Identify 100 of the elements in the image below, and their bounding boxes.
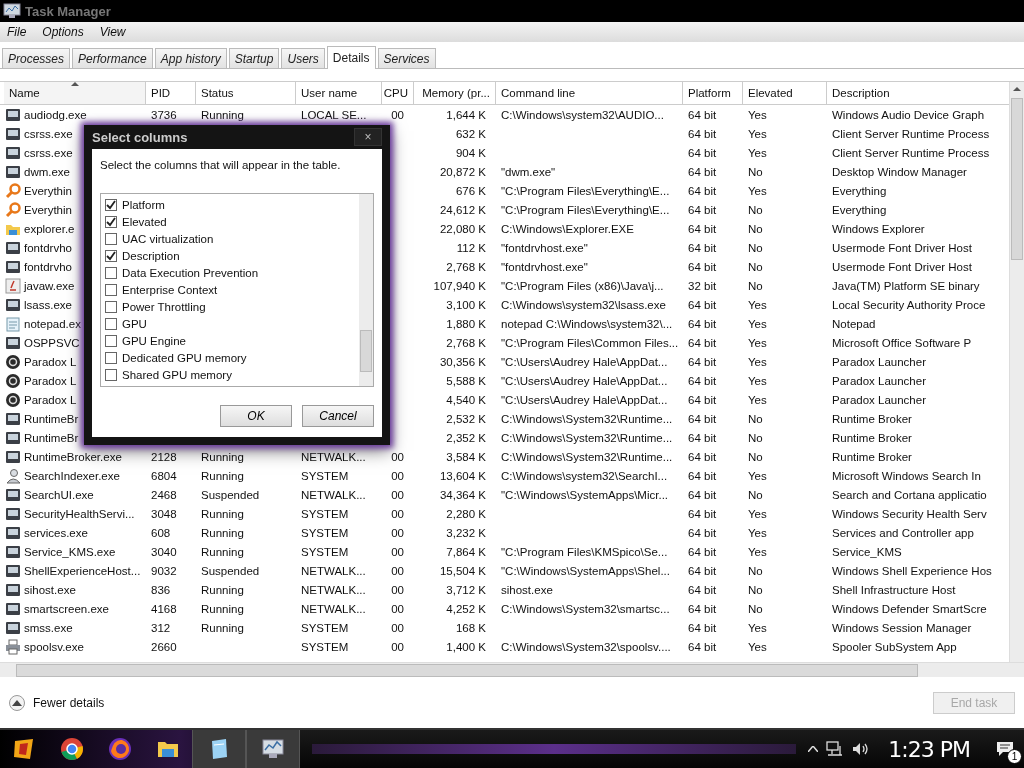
description-cell: Client Server Runtime Process [832,127,990,140]
user-cell: NETWALK... [301,488,366,501]
elevated-cell: Yes [748,526,767,539]
platform-cell: 64 bit [688,241,717,254]
description-cell: Desktop Window Manager [832,165,967,178]
column-header[interactable]: Command line [496,82,683,104]
process-name: fontdrvho [24,260,72,273]
status-cell: Suspended [201,488,260,501]
memory-cell: 15,504 K [439,564,486,577]
memory-cell: 3,584 K [446,450,486,463]
platform-cell: 64 bit [688,165,717,178]
pid-cell: 3048 [151,507,177,520]
elevated-cell: No [748,583,763,596]
clock[interactable]: 1:23 PM [888,736,970,762]
tab[interactable]: App history [154,48,227,68]
tab[interactable]: Performance [72,48,153,68]
platform-cell: 64 bit [688,222,717,235]
process-name: csrss.exe [24,146,73,159]
cpu-cell: 00 [391,108,404,121]
column-header[interactable]: CPU [382,82,414,104]
cpu-cell: 00 [391,640,404,653]
column-header[interactable]: Elevated [743,82,827,104]
column-header[interactable]: User name [296,82,382,104]
process-name: Service_KMS.exe [24,545,116,558]
status-cell: Running [201,507,244,520]
process-name: spoolsv.exe [24,640,84,653]
platform-cell: 64 bit [688,336,717,349]
tab[interactable]: Processes [2,48,71,68]
process-name: Paradox L [24,374,77,387]
tab[interactable]: Services [377,48,436,68]
option-label[interactable]: Enterprise Context [122,283,218,296]
command-cell: "C:\Program Files\KMSpico\Se... [501,545,668,558]
platform-cell: 64 bit [688,640,717,653]
command-cell: "C:\Users\Audrey Hale\AppDat... [501,374,668,387]
column-header[interactable]: Memory (pr... [414,82,496,104]
process-name: notepad.ex [24,317,81,330]
memory-cell: 24,612 K [439,203,486,216]
tab[interactable]: Startup [228,48,280,68]
status-cell: Suspended [201,564,260,577]
cpu-cell: 00 [391,469,404,482]
platform-cell: 64 bit [688,184,717,197]
option-label[interactable]: Elevated [122,215,167,228]
option-label[interactable]: Data Execution Prevention [122,266,259,279]
elevated-cell: No [748,222,763,235]
menu-item[interactable]: File [7,25,27,39]
memory-cell: 632 K [455,127,486,140]
description-cell: Runtime Broker [832,450,912,463]
column-header[interactable]: Platform [683,82,743,104]
elevated-cell: Yes [748,317,767,330]
process-name: ShellExperienceHost... [24,564,141,577]
ok-button[interactable]: OK [220,405,292,427]
tab[interactable]: Details [326,46,376,69]
command-cell: C:\Windows\System32\Runtime... [501,412,673,425]
option-label[interactable]: UAC virtualization [122,232,214,245]
command-cell: "C:\Program Files\Everything\E... [501,203,670,216]
process-name: RuntimeBr [24,412,79,425]
command-cell: C:\Windows\System32\spoolsv.... [501,640,671,653]
option-label[interactable]: Dedicated GPU memory [122,351,247,364]
platform-cell: 64 bit [688,564,717,577]
user-cell: NETWALK... [301,583,366,596]
column-header[interactable]: Status [196,82,296,104]
option-label[interactable]: Shared GPU memory [122,368,232,381]
command-cell: "C:\Windows\SystemApps\Shel... [501,564,670,577]
user-cell: SYSTEM [301,507,349,520]
status-cell: Running [201,621,244,634]
cancel-button[interactable]: Cancel [302,405,374,427]
pid-cell: 2468 [151,488,177,501]
process-name: fontdrvho [24,241,72,254]
description-cell: Runtime Broker [832,412,912,425]
pid-cell: 836 [151,583,171,596]
platform-cell: 64 bit [688,108,717,121]
option-label[interactable]: Power Throttling [122,300,206,313]
user-cell: SYSTEM [301,545,349,558]
memory-cell: 168 K [455,621,486,634]
option-label[interactable]: Platform [122,198,165,211]
process-name: audiodg.exe [24,108,87,121]
close-button[interactable]: × [354,128,382,146]
option-label[interactable]: GPU [122,317,147,330]
status-cell: Running [201,545,244,558]
description-cell: Spooler SubSystem App [832,640,957,653]
memory-cell: 7,864 K [446,545,486,558]
description-cell: Service_KMS [832,545,902,558]
elevated-cell: Yes [748,621,767,634]
column-header[interactable]: PID [146,82,196,104]
menu-item[interactable]: View [99,25,126,39]
platform-cell: 64 bit [688,393,717,406]
elevated-cell: Yes [748,336,767,349]
platform-cell: 64 bit [688,127,717,140]
process-name: explorer.e [24,222,75,235]
platform-cell: 64 bit [688,621,717,634]
menu-item[interactable]: Options [42,25,84,39]
fewer-details-link[interactable]: Fewer details [33,695,105,710]
option-label[interactable]: GPU Engine [122,334,186,347]
description-cell: Microsoft Windows Search In [832,469,981,482]
column-header[interactable]: Name [4,82,146,104]
description-cell: Usermode Font Driver Host [832,241,972,254]
elevated-cell: No [748,488,763,501]
option-label[interactable]: Description [122,249,180,262]
elevated-cell: No [748,431,763,444]
tab[interactable]: Users [281,48,325,68]
